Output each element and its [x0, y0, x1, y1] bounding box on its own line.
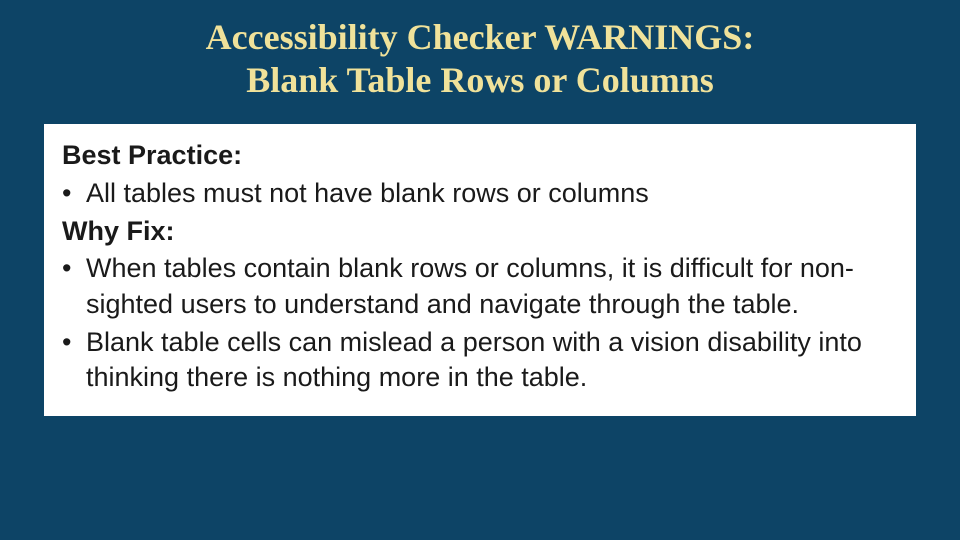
- slide-title: Accessibility Checker WARNINGS: Blank Ta…: [0, 0, 960, 102]
- best-practice-label: Best Practice:: [62, 138, 898, 174]
- list-item-text: When tables contain blank rows or column…: [86, 253, 854, 319]
- content-box: Best Practice: •All tables must not have…: [44, 124, 916, 415]
- list-item-text: Blank table cells can mislead a person w…: [86, 327, 862, 393]
- list-item: •Blank table cells can mislead a person …: [62, 325, 898, 396]
- best-practice-list: •All tables must not have blank rows or …: [62, 176, 898, 212]
- list-item: •When tables contain blank rows or colum…: [62, 251, 898, 322]
- why-fix-list: •When tables contain blank rows or colum…: [62, 251, 898, 396]
- list-item: •All tables must not have blank rows or …: [62, 176, 898, 212]
- title-line-1: Accessibility Checker WARNINGS:: [206, 17, 755, 57]
- list-item-text: All tables must not have blank rows or c…: [86, 178, 649, 208]
- bullet-icon: •: [62, 325, 86, 361]
- bullet-icon: •: [62, 176, 86, 212]
- why-fix-label: Why Fix:: [62, 214, 898, 250]
- title-line-2: Blank Table Rows or Columns: [246, 60, 714, 100]
- bullet-icon: •: [62, 251, 86, 287]
